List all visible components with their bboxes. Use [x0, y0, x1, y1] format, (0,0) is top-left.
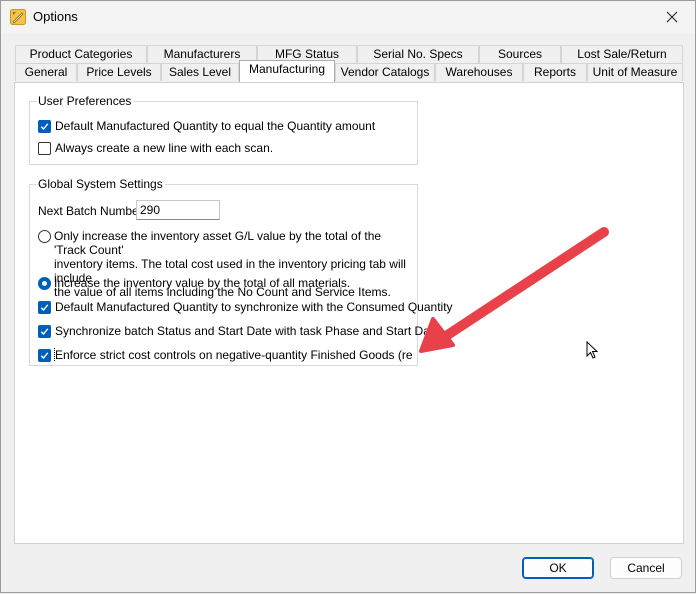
strict-cost-checkbox[interactable]: Enforce strict cost controls on negative…	[38, 348, 412, 362]
checkmark-icon	[40, 352, 49, 360]
ok-button[interactable]: OK	[522, 557, 594, 579]
tab-general[interactable]: General	[15, 63, 77, 81]
next-batch-label: Next Batch Number:	[38, 204, 147, 218]
pencil-ruler-icon	[10, 9, 26, 25]
options-dialog: Options Product Categories Manufacturers…	[0, 0, 696, 593]
tab-product-categories[interactable]: Product Categories	[15, 45, 147, 63]
checkbox-unchecked[interactable]	[38, 142, 51, 155]
checkbox-checked[interactable]	[38, 120, 51, 133]
close-icon	[666, 11, 678, 23]
sync-batch-checkbox[interactable]: Synchronize batch Status and Start Date …	[38, 324, 440, 338]
cancel-button[interactable]: Cancel	[610, 557, 682, 579]
default-qty-checkbox[interactable]: Default Manufactured Quantity to equal t…	[38, 119, 375, 133]
default-qty-label: Default Manufactured Quantity to equal t…	[55, 119, 376, 133]
sync-consumed-label: Default Manufactured Quantity to synchro…	[55, 300, 453, 314]
tab-price-levels[interactable]: Price Levels	[77, 63, 161, 81]
window-title: Options	[33, 9, 78, 24]
checkbox-checked[interactable]	[38, 301, 51, 314]
mouse-cursor-icon	[586, 341, 598, 359]
radio-selected[interactable]	[38, 277, 51, 290]
checkbox-checked[interactable]	[38, 325, 51, 338]
user-preferences-title: User Preferences	[36, 94, 134, 108]
strict-cost-label: Enforce strict cost controls on negative…	[54, 348, 412, 362]
global-settings-title: Global System Settings	[36, 177, 165, 191]
tab-reports[interactable]: Reports	[523, 63, 587, 81]
tab-sales-level[interactable]: Sales Level	[161, 63, 239, 81]
user-preferences-group: User Preferences Default Manufactured Qu…	[29, 94, 418, 165]
tab-sources[interactable]: Sources	[479, 45, 561, 63]
all-materials-label: Increase the inventory value by the tota…	[54, 276, 351, 290]
tab-lost-sale-return[interactable]: Lost Sale/Return	[561, 45, 683, 63]
next-batch-input[interactable]: 290	[136, 200, 220, 220]
all-materials-radio[interactable]: Increase the inventory value by the tota…	[38, 276, 350, 290]
sync-batch-label: Synchronize batch Status and Start Date …	[55, 324, 440, 338]
manufacturing-panel: User Preferences Default Manufactured Qu…	[14, 82, 684, 544]
tab-strip: Product Categories Manufacturers MFG Sta…	[15, 45, 684, 83]
checkmark-icon	[40, 328, 49, 336]
tab-warehouses[interactable]: Warehouses	[435, 63, 523, 81]
global-settings-group: Global System Settings Next Batch Number…	[29, 177, 453, 366]
sync-consumed-checkbox[interactable]: Default Manufactured Quantity to synchro…	[38, 300, 453, 314]
close-button[interactable]	[649, 1, 695, 33]
radio-unselected[interactable]	[38, 230, 51, 243]
checkbox-checked[interactable]	[38, 349, 51, 362]
track-count-line1: Only increase the inventory asset G/L va…	[54, 229, 382, 257]
new-line-checkbox[interactable]: Always create a new line with each scan.	[38, 141, 273, 155]
new-line-label: Always create a new line with each scan.	[55, 141, 274, 155]
tab-manufacturing[interactable]: Manufacturing	[239, 60, 335, 82]
tab-serial-no-specs[interactable]: Serial No. Specs	[357, 45, 479, 63]
checkmark-icon	[40, 304, 49, 312]
title-bar: Options	[1, 1, 695, 33]
tab-vendor-catalogs[interactable]: Vendor Catalogs	[335, 63, 435, 81]
checkmark-icon	[40, 123, 49, 131]
tab-unit-of-measure[interactable]: Unit of Measure	[587, 63, 683, 81]
